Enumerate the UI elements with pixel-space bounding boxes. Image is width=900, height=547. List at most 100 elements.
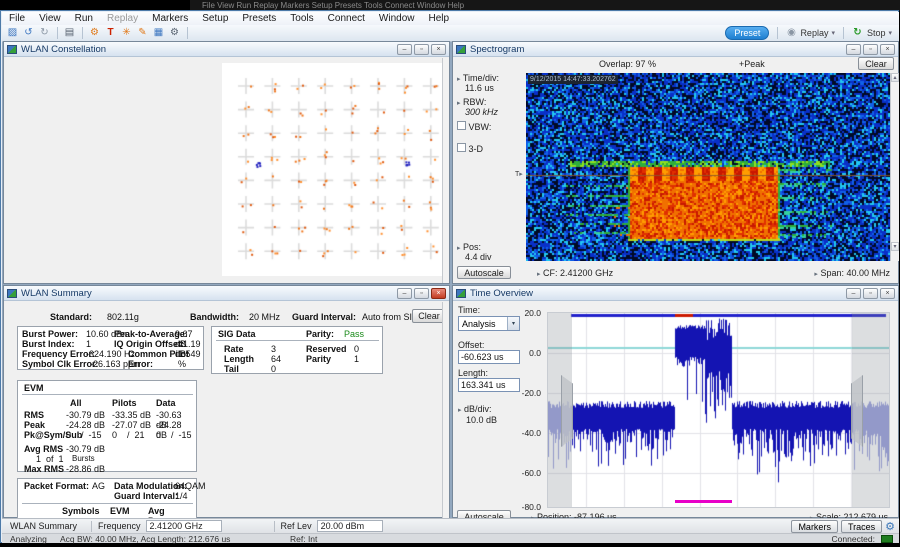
settings-gear-icon[interactable]: ⚙ (87, 26, 102, 40)
reflev-label: Ref Lev (281, 521, 312, 531)
time-overview-plot[interactable] (547, 312, 890, 508)
stop-button[interactable]: ↻ Stop ▾ (852, 26, 892, 40)
statusbar-settings: WLAN Summary Frequency 2.41200 GHz Ref L… (2, 518, 899, 533)
maximize-button[interactable]: ▫ (414, 44, 429, 55)
guard-interval-value: Auto from SIG (362, 312, 419, 322)
close-button[interactable]: × (880, 288, 895, 299)
bandwidth-label: Bandwidth: (190, 312, 239, 322)
panel-time-overview: Time Overview – ▫ × Time: Analysis ▾ Off… (452, 285, 899, 518)
minimize-button[interactable]: – (846, 44, 861, 55)
evm-box: EVM All Pilots Data RMS -30.79 dB -33.35… (17, 380, 197, 472)
trigger-mark[interactable]: T▸ (515, 170, 523, 178)
pos-setting[interactable]: ▸ Pos: (457, 242, 481, 252)
spectrogram-titlebar[interactable]: Spectrogram – ▫ × (453, 42, 898, 57)
save-icon[interactable]: ▨ (5, 26, 20, 40)
menu-presets[interactable]: Presets (235, 12, 283, 25)
ref-info: Ref: Int (290, 534, 317, 544)
close-button[interactable]: × (431, 44, 446, 55)
acquisition-status: Analyzing (10, 534, 47, 544)
settings-gear-icon[interactable]: ⚙ (885, 520, 895, 533)
scroll-down-icon[interactable]: ▾ (891, 242, 899, 251)
parity-status: Pass (344, 329, 364, 339)
overlap-readout: Overlap: 97 % (599, 59, 656, 69)
menu-view[interactable]: View (32, 12, 68, 25)
spectrogram-scrollbar[interactable]: ▴ ▾ (890, 73, 899, 261)
menu-file[interactable]: File (2, 12, 32, 25)
autoscale-button[interactable]: Autoscale (457, 266, 511, 279)
menu-help[interactable]: Help (421, 12, 456, 25)
menu-window[interactable]: Window (372, 12, 422, 25)
time-overview-titlebar[interactable]: Time Overview – ▫ × (453, 286, 898, 301)
clear-button[interactable]: Clear (412, 309, 446, 323)
expander-icon: ▸ (458, 407, 462, 414)
offset-label: Offset: (458, 340, 484, 350)
rbw-value: 300 kHz (465, 107, 498, 117)
minimize-button[interactable]: – (397, 44, 412, 55)
close-button[interactable]: × (431, 288, 446, 299)
y-tick: -60.0 (511, 468, 541, 478)
summary-titlebar[interactable]: WLAN Summary – ▫ × (4, 286, 449, 301)
traces-button[interactable]: Traces (841, 520, 882, 533)
clear-button[interactable]: Clear (858, 57, 894, 70)
displays-icon[interactable]: ▦ (151, 26, 166, 40)
vbw-checkbox[interactable]: VBW: (457, 121, 491, 132)
scroll-up-icon[interactable]: ▴ (891, 73, 899, 82)
constellation-scrollbar[interactable] (442, 58, 449, 283)
expander-icon: ▸ (814, 271, 818, 278)
marker-pen-icon[interactable]: ✎ (135, 26, 150, 40)
checkbox-icon[interactable] (457, 121, 466, 130)
menu-replay[interactable]: Replay (100, 12, 145, 25)
rbw-setting[interactable]: ▸ RBW: (457, 97, 486, 107)
maximize-button[interactable]: ▫ (863, 288, 878, 299)
dropdown-caret-icon[interactable]: ▾ (507, 317, 519, 330)
menu-tools[interactable]: Tools (283, 12, 320, 25)
stop-caret-icon[interactable]: ▾ (888, 29, 892, 37)
threed-checkbox[interactable]: 3-D (457, 143, 483, 154)
trigger-icon[interactable]: T (103, 26, 118, 40)
reflev-field[interactable]: 20.00 dBm (317, 520, 383, 532)
summary-scrollbar[interactable] (442, 302, 449, 518)
constellation-titlebar[interactable]: WLAN Constellation – ▫ × (4, 42, 449, 57)
panel-icon (7, 45, 17, 54)
maximize-button[interactable]: ▫ (863, 44, 878, 55)
analysis-end-handle[interactable] (851, 375, 863, 447)
redo-icon[interactable]: ↻ (37, 26, 52, 40)
replay-icon: ◉ (786, 26, 796, 40)
standard-label: Standard: (50, 312, 92, 322)
close-button[interactable]: × (880, 44, 895, 55)
pos-value: 4.4 div (465, 252, 492, 262)
analysis-start-handle[interactable] (561, 375, 573, 447)
checkbox-icon[interactable] (457, 143, 466, 152)
menu-run[interactable]: Run (68, 12, 100, 25)
statusbar-status: Analyzing Acq BW: 40.00 MHz, Acq Length:… (2, 533, 899, 543)
menu-markers[interactable]: Markers (145, 12, 195, 25)
replay-caret-icon[interactable]: ▾ (831, 29, 835, 37)
print-icon[interactable]: ▤ (62, 26, 77, 40)
replay-button[interactable]: ◉ Replay ▾ (786, 26, 835, 40)
frequency-field[interactable]: 2.41200 GHz (146, 520, 222, 532)
menu-setup[interactable]: Setup (195, 12, 235, 25)
time-div-setting[interactable]: ▸ Time/div: (457, 73, 499, 83)
app-window: File View Run Replay Markers Setup Prese… (0, 10, 899, 543)
panel-title: WLAN Constellation (21, 44, 106, 55)
panel-spectrogram: Spectrogram – ▫ × Overlap: 97 % +Peak Cl… (452, 41, 899, 284)
y-tick: -40.0 (511, 428, 541, 438)
options-gear-icon[interactable]: ⚙ (167, 26, 182, 40)
maximize-button[interactable]: ▫ (414, 288, 429, 299)
toolbar: ▨ ↺ ↻ ▤ ⚙ T ✳ ✎ ▦ ⚙ Preset ◉ Replay ▾ (2, 25, 899, 42)
spectrogram-bitmap[interactable]: 9/12/2015 14:47:33.202762 (526, 73, 890, 261)
menu-connect[interactable]: Connect (321, 12, 372, 25)
preset-button[interactable]: Preset (725, 26, 769, 40)
screen: File View Run Replay Markers Setup Prese… (0, 0, 900, 547)
dbdiv-setting[interactable]: ▸ dB/div: (458, 404, 492, 414)
bandwidth-value: 20 MHz (249, 312, 280, 322)
markers-button[interactable]: Markers (791, 520, 838, 533)
undo-icon[interactable]: ↺ (21, 26, 36, 40)
standard-value: 802.11g (107, 312, 139, 322)
time-source-dropdown[interactable]: Analysis ▾ (458, 316, 520, 331)
signal-icon[interactable]: ✳ (119, 26, 134, 40)
minimize-button[interactable]: – (397, 288, 412, 299)
span-readout[interactable]: ▸ Span: 40.00 MHz (814, 268, 890, 278)
center-frequency-readout[interactable]: ▸ CF: 2.41200 GHz (537, 268, 613, 278)
minimize-button[interactable]: – (846, 288, 861, 299)
